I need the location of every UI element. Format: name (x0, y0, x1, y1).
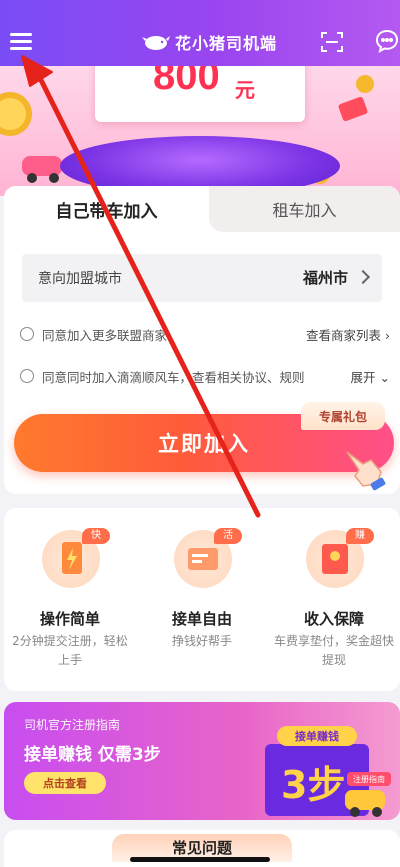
expand-link-label: 展开 (350, 370, 376, 385)
feature-easy: 快 操作简单 2分钟提交注册，轻松上手 (4, 508, 136, 691)
agree-hitch-radio[interactable] (20, 369, 34, 383)
chat-bubble-icon[interactable] (374, 28, 400, 54)
illustration-steps-text: 3步 (281, 763, 345, 807)
features-card: 快 操作简单 2分钟提交注册，轻松上手 活 接单自由 挣钱好帮手 赚 收入保障 … (4, 508, 400, 691)
bonus-amount: 800 (153, 66, 220, 98)
feature-badge: 赚 (346, 528, 374, 544)
illustration-tag-text: 注册指南 (353, 774, 385, 784)
feature-desc: 车费享垫付，奖金超快提现 (274, 634, 395, 667)
merchant-list-link-label: 查看商家列表 (306, 328, 382, 343)
join-form-card: 自己带车加入 租车加入 意向加盟城市 福州市 同意加入更多联盟商家 查看商家列表… (4, 186, 400, 494)
city-label: 意向加盟城市 (38, 271, 122, 287)
city-selector[interactable]: 意向加盟城市 福州市 (22, 254, 382, 302)
gift-badge: 专属礼包 (301, 402, 385, 430)
feature-desc: 挣钱好帮手 (171, 634, 232, 648)
hamburger-menu-icon[interactable] (10, 31, 34, 51)
merchant-list-link[interactable]: 查看商家列表 › (306, 325, 390, 344)
feature-badge: 活 (214, 528, 242, 544)
app-title: 花小猪司机端 (175, 34, 278, 53)
scan-icon[interactable] (320, 30, 344, 54)
agree-more-radio[interactable] (20, 327, 34, 341)
tab-rent-car[interactable]: 租车加入 (209, 186, 400, 232)
bonus-unit: 元 (235, 78, 255, 102)
feature-title: 接单自由 (171, 610, 232, 628)
feature-badge: 快 (82, 528, 110, 544)
promo-banner: 800 元 (0, 66, 400, 196)
guide-subtitle: 司机官方注册指南 (24, 718, 121, 732)
expand-link[interactable]: 展开 ⌄ (351, 367, 390, 386)
illustration-banner-text: 接单赚钱 (295, 729, 339, 743)
pig-logo-icon (142, 36, 170, 50)
feature-title: 收入保障 (303, 610, 364, 628)
feature-title: 操作简单 (39, 610, 100, 628)
tab-own-car[interactable]: 自己带车加入 (4, 186, 209, 232)
three-steps-illustration: 接单赚钱 3步 注册指南 (265, 726, 391, 817)
agree-hitch-label: 同意同时加入滴滴顺风车，查看相关协议、规则 (42, 370, 305, 385)
agree-hitch-row: 同意同时加入滴滴顺风车，查看相关协议、规则 展开 ⌄ (20, 366, 392, 386)
view-guide-button[interactable]: 点击查看 (24, 772, 106, 794)
app-brand: 花小猪司机端 (142, 30, 277, 54)
chevron-right-icon (355, 269, 371, 285)
agree-more-label: 同意加入更多联盟商家 (42, 328, 168, 343)
bonus-amount-card: 800 元 (80, 66, 320, 138)
home-indicator (130, 857, 270, 862)
top-bar: 花小猪司机端 (0, 0, 400, 66)
city-value: 福州市 (302, 269, 348, 287)
guide-title: 接单赚钱 仅需3步 (24, 745, 161, 765)
registration-guide-banner[interactable]: 司机官方注册指南 接单赚钱 仅需3步 点击查看 接单赚钱 3步 注册指南 (4, 702, 400, 820)
feature-free: 活 接单自由 挣钱好帮手 (136, 508, 268, 691)
feature-desc: 2分钟提交注册，轻松上手 (12, 634, 128, 667)
pointing-hand-icon (346, 451, 386, 491)
feature-income: 赚 收入保障 车费享垫付，奖金超快提现 (268, 508, 400, 691)
agree-more-row: 同意加入更多联盟商家 查看商家列表 › (20, 324, 392, 344)
